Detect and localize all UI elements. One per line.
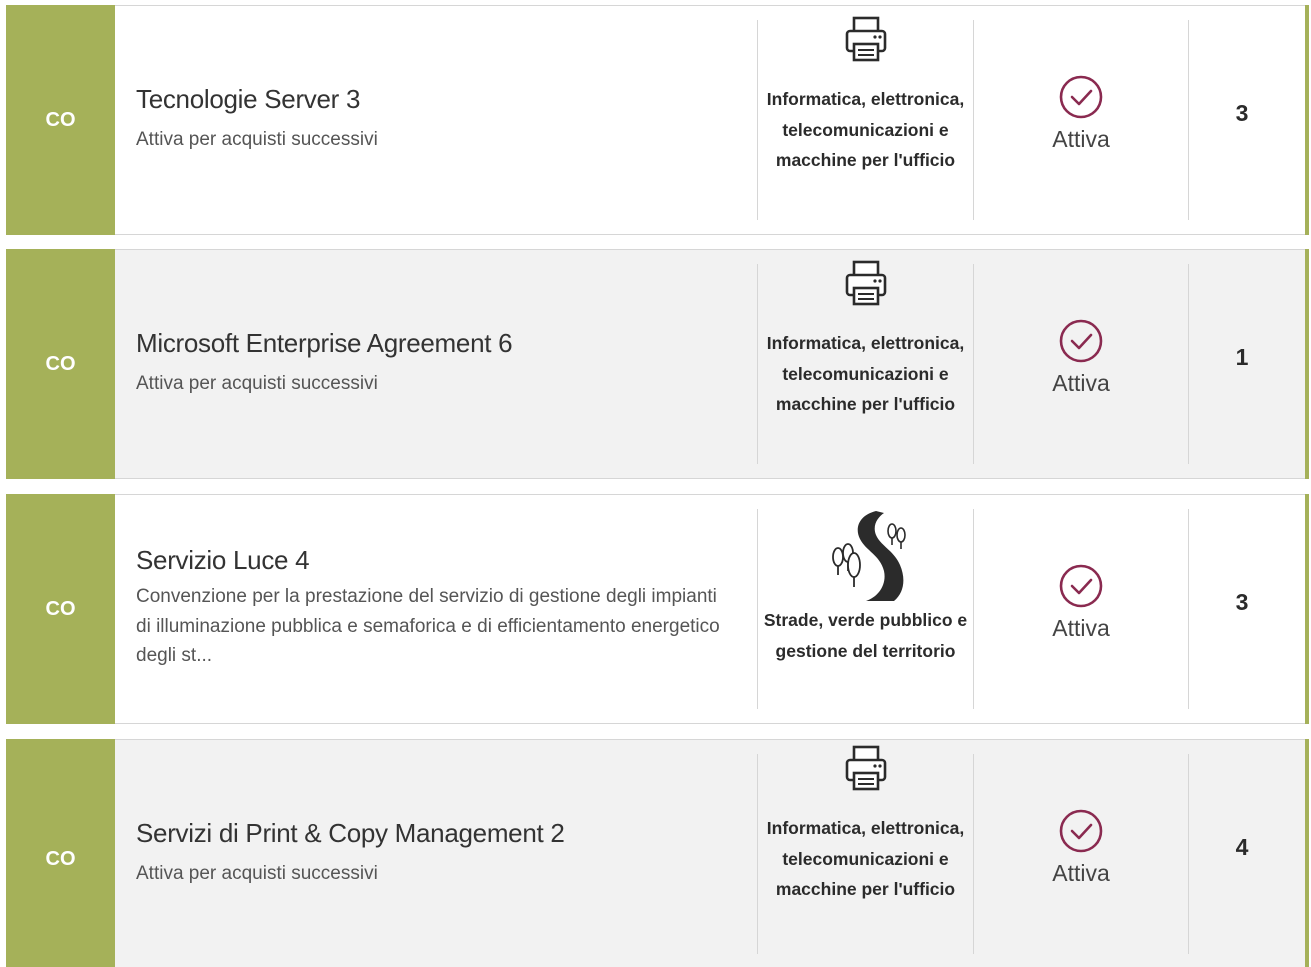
item-description: Convenzione per la prestazione del servi…	[136, 586, 720, 666]
printer-icon	[845, 260, 886, 306]
road-trees-icon	[831, 511, 906, 601]
category-label: Informatica, elettronica, telecomunicazi…	[766, 89, 965, 170]
item-info: Servizio Luce 4 Convenzione per la prest…	[136, 544, 736, 671]
item-count: 3	[1235, 100, 1249, 126]
status-cell: Attiva	[974, 74, 1188, 153]
printer-icon	[845, 745, 886, 791]
item-title[interactable]: Servizio Luce 4	[136, 544, 736, 576]
status-label: Attiva	[1052, 860, 1110, 886]
item-title[interactable]: Tecnologie Server 3	[136, 83, 736, 115]
list-item[interactable]: CO Servizio Luce 4 Convenzione per la pr…	[6, 494, 1309, 724]
list-item[interactable]: CO Servizi di Print & Copy Management 2 …	[6, 739, 1309, 967]
status-label: Attiva	[1052, 126, 1110, 152]
printer-icon	[845, 16, 886, 62]
initiative-list: CO Tecnologie Server 3 Attiva per acquis…	[0, 0, 1311, 967]
type-badge: CO	[6, 739, 115, 967]
list-item[interactable]: CO Microsoft Enterprise Agreement 6 Atti…	[6, 249, 1309, 479]
type-badge: CO	[6, 494, 115, 724]
check-circle-icon	[1059, 564, 1103, 608]
item-description: Attiva per acquisti successivi	[136, 129, 378, 150]
status-cell: Attiva	[974, 808, 1188, 887]
item-description: Attiva per acquisti successivi	[136, 373, 378, 394]
category-label: Strade, verde pubblico e gestione del te…	[763, 610, 968, 661]
type-badge: CO	[6, 5, 115, 235]
item-info: Microsoft Enterprise Agreement 6 Attiva …	[136, 327, 736, 399]
category-cell: Informatica, elettronica, telecomunicazi…	[758, 260, 973, 420]
category-label: Informatica, elettronica, telecomunicazi…	[766, 818, 965, 899]
item-count: 3	[1235, 589, 1249, 615]
list-item[interactable]: CO Tecnologie Server 3 Attiva per acquis…	[6, 5, 1309, 235]
item-count: 1	[1235, 344, 1249, 370]
item-title[interactable]: Microsoft Enterprise Agreement 6	[136, 327, 736, 359]
status-cell: Attiva	[974, 563, 1188, 642]
category-label: Informatica, elettronica, telecomunicazi…	[766, 333, 965, 414]
status-label: Attiva	[1052, 615, 1110, 641]
item-count: 4	[1235, 834, 1249, 860]
item-description: Attiva per acquisti successivi	[136, 863, 378, 884]
check-circle-icon	[1059, 319, 1103, 363]
item-title[interactable]: Servizi di Print & Copy Management 2	[136, 817, 736, 849]
status-label: Attiva	[1052, 370, 1110, 396]
item-info: Servizi di Print & Copy Management 2 Att…	[136, 817, 736, 889]
type-badge: CO	[6, 249, 115, 479]
item-info: Tecnologie Server 3 Attiva per acquisti …	[136, 83, 736, 155]
status-cell: Attiva	[974, 318, 1188, 397]
check-circle-icon	[1059, 75, 1103, 119]
check-circle-icon	[1059, 809, 1103, 853]
category-cell: Informatica, elettronica, telecomunicazi…	[758, 745, 973, 905]
category-cell: Informatica, elettronica, telecomunicazi…	[758, 16, 973, 176]
category-cell: Strade, verde pubblico e gestione del te…	[758, 509, 973, 666]
